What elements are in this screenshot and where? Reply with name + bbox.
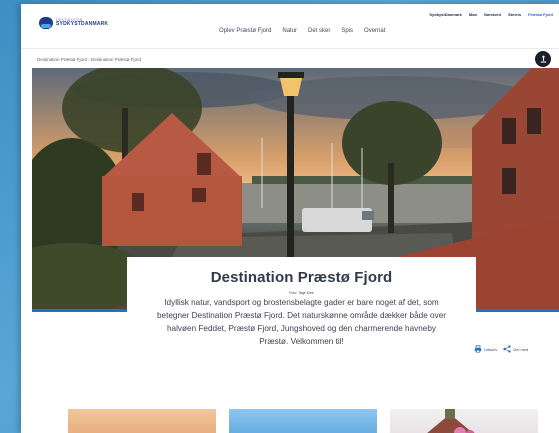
- teaser-card-3[interactable]: [390, 409, 538, 433]
- nav-item-det-sker[interactable]: Det sker: [308, 28, 330, 34]
- logo-line-2: SYDKYSTDANMARK: [56, 21, 109, 28]
- print-label: Udskriv: [484, 346, 498, 352]
- util-link-sydkystdanmark[interactable]: SydkystDanmark: [429, 12, 461, 17]
- print-button[interactable]: Udskriv: [474, 345, 497, 353]
- photo-credit: Foto: Tage Klee: [289, 291, 314, 295]
- share-button[interactable]: [535, 51, 551, 67]
- print-icon: [474, 345, 482, 353]
- nav-item-overnat[interactable]: Overnat: [364, 28, 385, 34]
- utility-nav: SydkystDanmark Møn Næstved Stevns Præstø…: [429, 12, 553, 17]
- nav-item-oplev[interactable]: Oplev Præstø Fjord: [219, 28, 271, 34]
- util-link-stevns[interactable]: Stevns: [508, 12, 521, 17]
- site-header: DESTINATION SYDKYSTDANMARK SydkystDanmar…: [21, 4, 559, 48]
- browser-window: DESTINATION SYDKYSTDANMARK SydkystDanmar…: [21, 4, 559, 433]
- util-link-naestved[interactable]: Næstved: [484, 12, 501, 17]
- share-with-label: Del med: [513, 346, 529, 352]
- intro-text: Idyllisk natur, vandsport og brostensbel…: [157, 298, 446, 346]
- site-logo[interactable]: DESTINATION SYDKYSTDANMARK: [39, 17, 108, 29]
- share-with-button[interactable]: Del med: [503, 345, 528, 353]
- page-title: Destination Præstø Fjord: [210, 269, 393, 286]
- util-link-praestoe-fjord[interactable]: Præstø Fjord: [528, 12, 553, 17]
- share-nodes-icon: [503, 345, 511, 353]
- share-icon: [540, 55, 546, 63]
- breadcrumb-bar: Destination Præstø Fjord › Destination P…: [21, 48, 559, 68]
- nav-item-natur[interactable]: Natur: [282, 28, 297, 34]
- teaser-card-1[interactable]: [68, 409, 216, 433]
- page-actions: Udskriv Del med: [474, 345, 528, 353]
- util-link-moen[interactable]: Møn: [469, 12, 477, 17]
- nav-item-spis[interactable]: Spis: [341, 28, 353, 34]
- hero-card: Destination Præstø Fjord Foto: Tage Klee…: [127, 257, 476, 365]
- main-nav: Oplev Præstø Fjord Natur Det sker Spis O…: [219, 28, 385, 34]
- teaser-card-2[interactable]: [229, 409, 377, 433]
- breadcrumb[interactable]: Destination Præstø Fjord › Destination P…: [37, 57, 141, 62]
- logo-mark-icon: [39, 17, 53, 29]
- teaser-image-3: [427, 409, 475, 433]
